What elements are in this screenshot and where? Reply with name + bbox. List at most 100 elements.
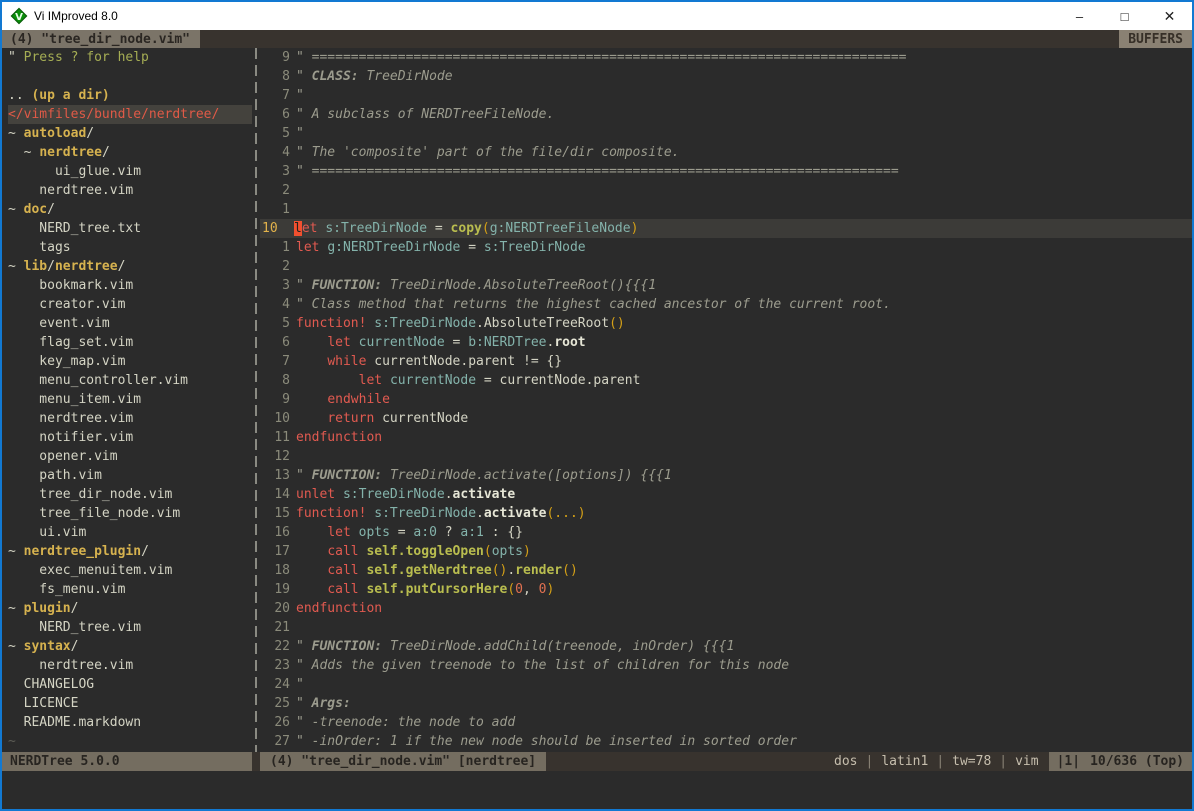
nerdtree-panel: " Press ? for help .. (up a dir)</vimfile…	[2, 48, 252, 752]
nerdtree-line[interactable]: menu_controller.vim	[8, 371, 252, 390]
nerdtree-line[interactable]: ~ plugin/	[8, 599, 252, 618]
line-number: 9	[260, 48, 290, 67]
editor-line[interactable]: 7"	[260, 86, 1192, 105]
statusline: NERDTree 5.0.0 (4) "tree_dir_node.vim" […	[2, 752, 1192, 771]
editor-line[interactable]: 20endfunction	[260, 599, 1192, 618]
nerdtree-line[interactable]: nerdtree.vim	[8, 409, 252, 428]
nerdtree-line[interactable]: event.vim	[8, 314, 252, 333]
nerdtree-line[interactable]: creator.vim	[8, 295, 252, 314]
nerdtree-line[interactable]: path.vim	[8, 466, 252, 485]
editor-line[interactable]: 11endfunction	[260, 428, 1192, 447]
line-text: " A subclass of NERDTreeFileNode.	[296, 105, 554, 124]
command-line[interactable]	[2, 771, 1192, 809]
nerdtree-line[interactable]: exec_menuitem.vim	[8, 561, 252, 580]
line-number: 1	[260, 200, 290, 219]
editor-line[interactable]: 18 call self.getNerdtree().render()	[260, 561, 1192, 580]
editor-line[interactable]: 25" Args:	[260, 694, 1192, 713]
editor-line[interactable]: 9 endwhile	[260, 390, 1192, 409]
nerdtree-line[interactable]: bookmark.vim	[8, 276, 252, 295]
tabline-fill	[200, 30, 1119, 48]
nerdtree-line[interactable]: key_map.vim	[8, 352, 252, 371]
nerdtree-line[interactable]: NERD_tree.vim	[8, 618, 252, 637]
editor-line[interactable]: 2	[260, 257, 1192, 276]
nerdtree-line[interactable]: ~	[8, 732, 252, 751]
line-text: " -inOrder: 1 if the new node should be …	[296, 732, 797, 751]
window-separator[interactable]	[252, 48, 260, 752]
line-text: function! s:TreeDirNode.AbsoluteTreeRoot…	[296, 314, 625, 333]
line-number: 14	[260, 485, 290, 504]
editor-line[interactable]: 27" -inOrder: 1 if the new node should b…	[260, 732, 1192, 751]
line-number: 21	[260, 618, 290, 637]
editor-line[interactable]: 26" -treenode: the node to add	[260, 713, 1192, 732]
nerdtree-line[interactable]: tags	[8, 238, 252, 257]
editor-line[interactable]: 15function! s:TreeDirNode.activate(...)	[260, 504, 1192, 523]
editor-line[interactable]: 5"	[260, 124, 1192, 143]
nerdtree-line[interactable]: ~ nerdtree/	[8, 143, 252, 162]
editor-line[interactable]: 5function! s:TreeDirNode.AbsoluteTreeRoo…	[260, 314, 1192, 333]
nerdtree-line[interactable]: NERD_tree.txt	[8, 219, 252, 238]
editor-line[interactable]: 8" CLASS: TreeDirNode	[260, 67, 1192, 86]
editor-line[interactable]: 16 let opts = a:0 ? a:1 : {}	[260, 523, 1192, 542]
nerdtree-line[interactable]: " Press ? for help	[8, 48, 252, 67]
line-text: " -treenode: the node to add	[296, 713, 515, 732]
vim-window: V Vi IMproved 8.0 – □ ✕ (4) "tree_dir_no…	[0, 0, 1194, 811]
buffer-status: (4) "tree_dir_node.vim" [nerdtree]	[260, 752, 546, 771]
editor-line[interactable]: 17 call self.toggleOpen(opts)	[260, 542, 1192, 561]
line-number: 23	[260, 656, 290, 675]
nerdtree-line[interactable]: opener.vim	[8, 447, 252, 466]
editor-line[interactable]: 4" Class method that returns the highest…	[260, 295, 1192, 314]
line-number: 2	[260, 257, 290, 276]
editor-line[interactable]: 13" FUNCTION: TreeDirNode.activate([opti…	[260, 466, 1192, 485]
nerdtree-line[interactable]: fs_menu.vim	[8, 580, 252, 599]
line-text: endfunction	[296, 599, 382, 618]
editor-line[interactable]: 22" FUNCTION: TreeDirNode.addChild(treen…	[260, 637, 1192, 656]
editor-line[interactable]: 9" =====================================…	[260, 48, 1192, 67]
editor-line[interactable]: 21	[260, 618, 1192, 637]
editor-line[interactable]: 2	[260, 181, 1192, 200]
close-button[interactable]: ✕	[1147, 2, 1192, 30]
nerdtree-line[interactable]: ~ doc/	[8, 200, 252, 219]
nerdtree-line[interactable]: ui.vim	[8, 523, 252, 542]
nerdtree-line[interactable]: tree_dir_node.vim	[8, 485, 252, 504]
nerdtree-line[interactable]: .. (up a dir)	[8, 86, 252, 105]
editor-line[interactable]: 1let g:NERDTreeDirNode = s:TreeDirNode	[260, 238, 1192, 257]
editor-line[interactable]: 23" Adds the given treenode to the list …	[260, 656, 1192, 675]
nerdtree-line[interactable]: LICENCE	[8, 694, 252, 713]
nerdtree-line[interactable]: ~ nerdtree_plugin/	[8, 542, 252, 561]
editor-line[interactable]: 10 return currentNode	[260, 409, 1192, 428]
editor-line[interactable]: 12	[260, 447, 1192, 466]
editor-line[interactable]: 19 call self.putCursorHere(0, 0)	[260, 580, 1192, 599]
nerdtree-line[interactable]: nerdtree.vim	[8, 656, 252, 675]
editor-line[interactable]: 7 while currentNode.parent != {}	[260, 352, 1192, 371]
nerdtree-line[interactable]: flag_set.vim	[8, 333, 252, 352]
editor-line[interactable]: 3" =====================================…	[260, 162, 1192, 181]
nerdtree-line[interactable]: </vimfiles/bundle/nerdtree/	[8, 105, 252, 124]
nerdtree-line[interactable]: ~ syntax/	[8, 637, 252, 656]
editor-line[interactable]: 6" A subclass of NERDTreeFileNode.	[260, 105, 1192, 124]
line-number: 7	[260, 86, 290, 105]
editor-line[interactable]: 10let s:TreeDirNode = copy(g:NERDTreeFil…	[260, 219, 1192, 238]
buffers-label: BUFFERS	[1119, 30, 1192, 48]
nerdtree-line[interactable]: ui_glue.vim	[8, 162, 252, 181]
editor-line[interactable]: 8 let currentNode = currentNode.parent	[260, 371, 1192, 390]
nerdtree-line[interactable]: CHANGELOG	[8, 675, 252, 694]
nerdtree-line[interactable]: notifier.vim	[8, 428, 252, 447]
maximize-button[interactable]: □	[1102, 2, 1147, 30]
nerdtree-line[interactable]: ~ autoload/	[8, 124, 252, 143]
editor-line[interactable]: 14unlet s:TreeDirNode.activate	[260, 485, 1192, 504]
window-number: |1|	[1057, 754, 1080, 769]
nerdtree-line[interactable]	[8, 67, 252, 86]
editor-line[interactable]: 24"	[260, 675, 1192, 694]
nerdtree-line[interactable]: ~ lib/nerdtree/	[8, 257, 252, 276]
tab-current[interactable]: (4) "tree_dir_node.vim"	[2, 30, 200, 48]
editor-line[interactable]: 3" FUNCTION: TreeDirNode.AbsoluteTreeRoo…	[260, 276, 1192, 295]
minimize-button[interactable]: –	[1057, 2, 1102, 30]
nerdtree-line[interactable]: README.markdown	[8, 713, 252, 732]
nerdtree-line[interactable]: menu_item.vim	[8, 390, 252, 409]
editor-line[interactable]: 1	[260, 200, 1192, 219]
nerdtree-line[interactable]: tree_file_node.vim	[8, 504, 252, 523]
line-number: 3	[260, 276, 290, 295]
editor-line[interactable]: 6 let currentNode = b:NERDTree.root	[260, 333, 1192, 352]
editor-line[interactable]: 4" The 'composite' part of the file/dir …	[260, 143, 1192, 162]
nerdtree-line[interactable]: nerdtree.vim	[8, 181, 252, 200]
